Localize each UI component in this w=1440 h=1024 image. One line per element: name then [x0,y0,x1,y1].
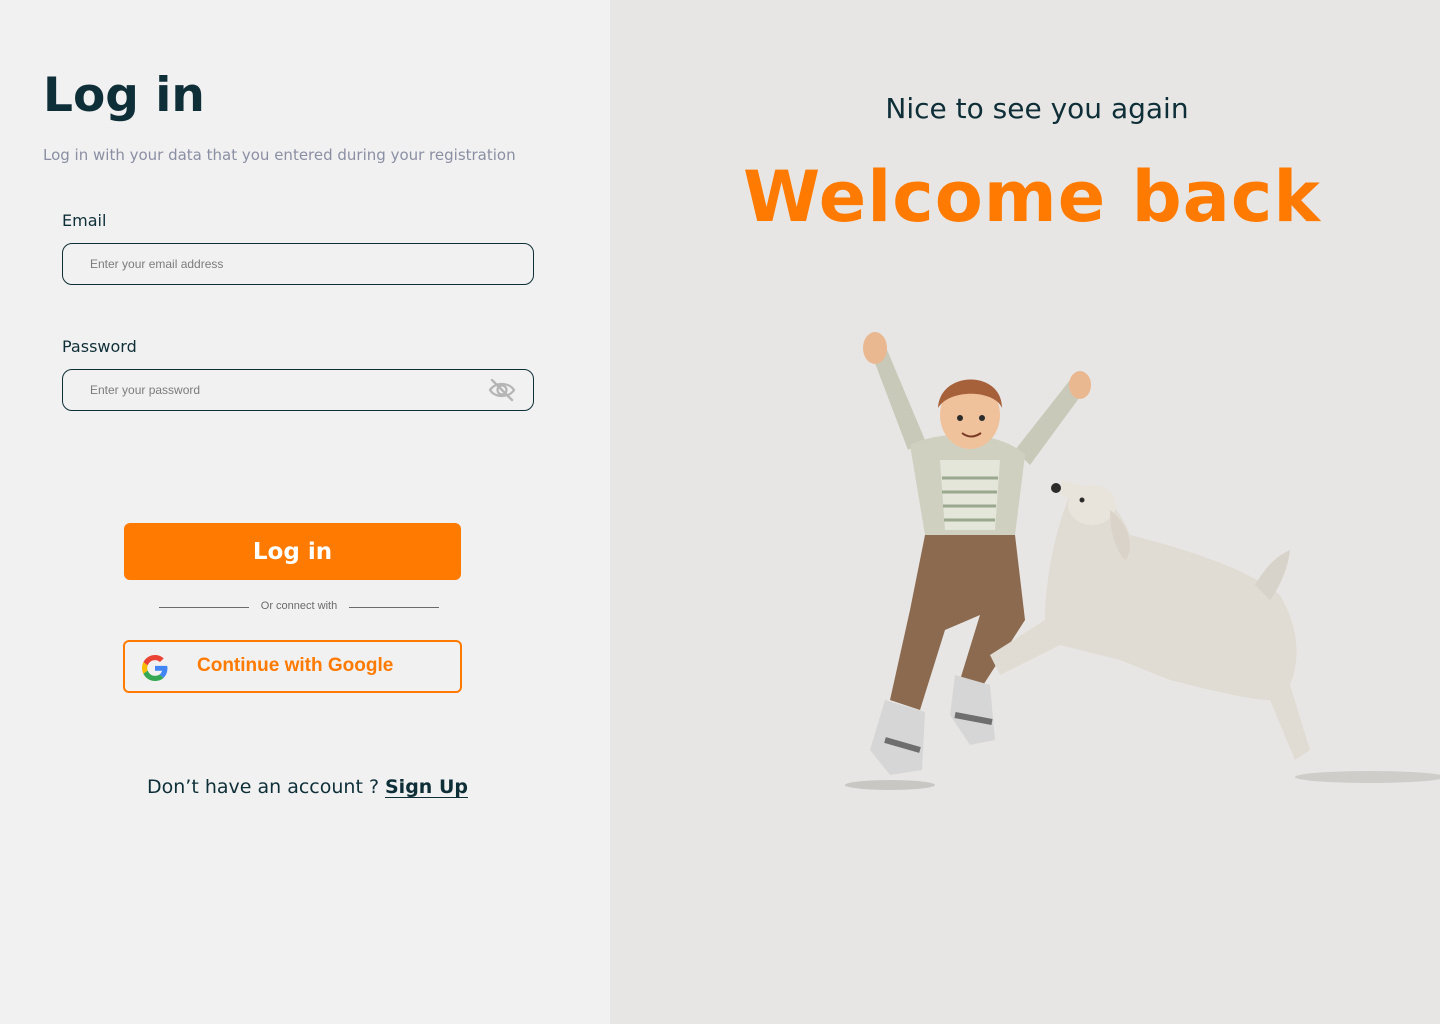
divider: Or connect with [159,600,439,614]
password-input[interactable] [90,370,470,410]
email-input[interactable] [90,244,470,284]
google-button-label: Continue with Google [197,655,394,676]
password-label: Password [62,337,137,356]
email-label: Email [62,211,107,230]
eye-off-icon[interactable] [487,377,517,403]
login-button[interactable]: Log in [124,523,461,580]
hero-panel: Nice to see you again Welcome back [610,0,1440,1024]
password-field[interactable] [62,369,534,411]
signup-prompt: Don’t have an account ? [147,776,380,798]
divider-line-right [349,607,439,608]
email-field[interactable] [62,243,534,285]
divider-text: Or connect with [260,600,338,612]
signup-link[interactable]: Sign Up [385,776,468,798]
boy-jumping-with-dog-illustration [845,332,1440,790]
google-logo-icon [142,655,168,681]
hero-greeting: Nice to see you again [885,92,1189,125]
login-panel: Log in Log in with your data that you en… [0,0,610,1024]
page-subtitle: Log in with your data that you entered d… [43,146,516,164]
page-title: Log in [43,68,205,123]
hero-title: Welcome back [743,156,1321,238]
google-signin-button[interactable]: Continue with Google [123,640,462,693]
